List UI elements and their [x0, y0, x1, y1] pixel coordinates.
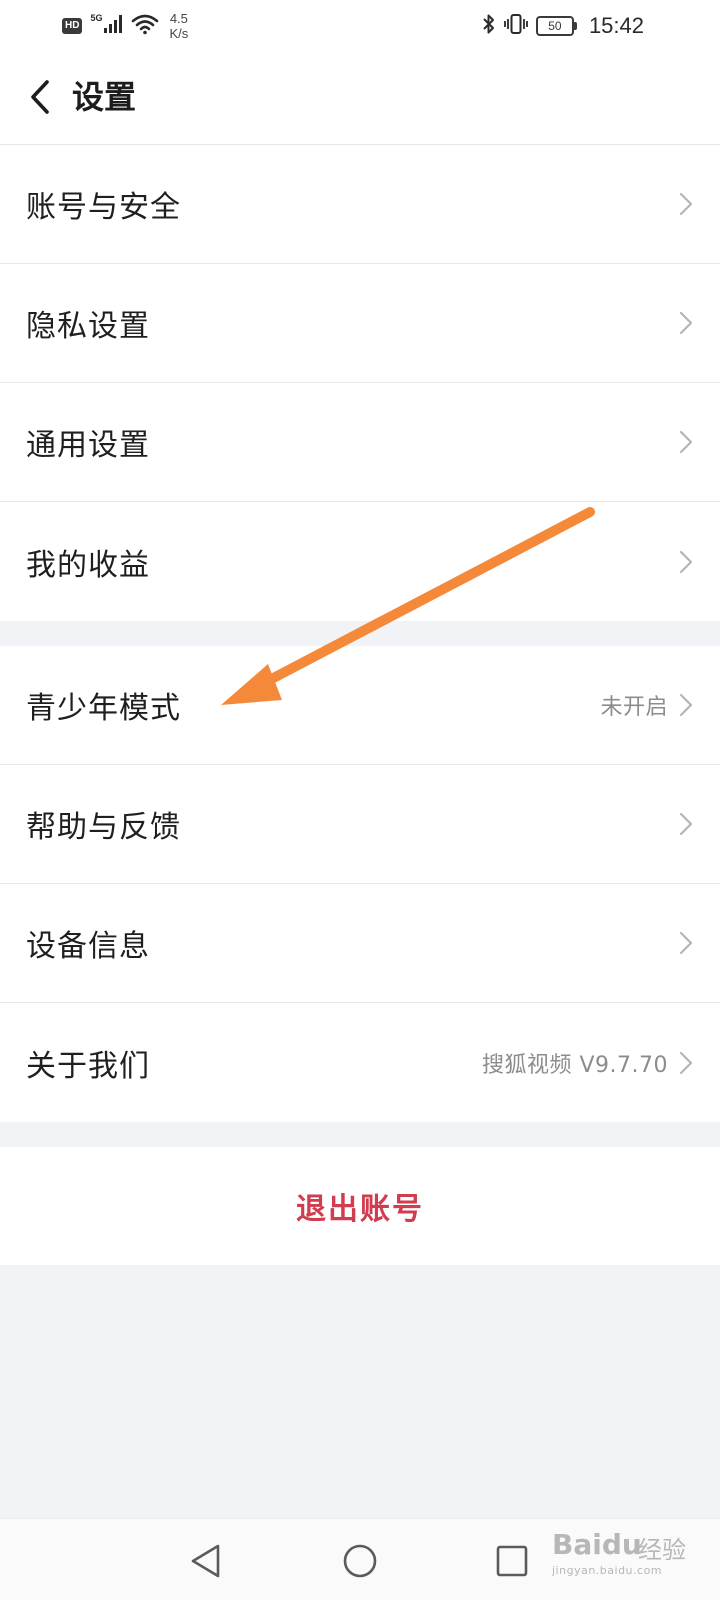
logout-button[interactable]: 退出账号: [0, 1147, 720, 1265]
settings-item-label: 账号与安全: [26, 190, 181, 225]
watermark-brand: Baidu: [552, 1528, 642, 1561]
battery-level: 50: [535, 16, 574, 36]
network-generation: 5G: [90, 13, 103, 23]
clock: 15:42: [588, 13, 644, 38]
settings-item-privacy[interactable]: 隐私设置: [0, 264, 720, 383]
logout-group: 退出账号: [0, 1147, 720, 1265]
chevron-right-icon: [676, 309, 696, 337]
chevron-right-icon: [676, 190, 696, 218]
chevron-right-icon: [676, 548, 696, 576]
triangle-back-icon: [191, 1544, 220, 1578]
watermark-brand-cn: 经验: [638, 1536, 686, 1564]
settings-group-account: 账号与安全 隐私设置 通用设置 我的收益: [0, 145, 720, 621]
watermark-domain: jingyan.baidu.com: [552, 1564, 663, 1577]
signal-icon: [103, 14, 125, 39]
app-version: 搜狐视频 V9.7.70: [481, 1052, 668, 1078]
battery-tip: [573, 22, 577, 30]
status-bar: HD 5G 4.5 K/s 50 15:42: [0, 0, 720, 52]
settings-item-general[interactable]: 通用设置: [0, 383, 720, 502]
status-left: HD 5G 4.5 K/s: [62, 6, 188, 46]
youth-mode-status: 未开启: [600, 695, 668, 720]
settings-item-help-feedback[interactable]: 帮助与反馈: [0, 765, 720, 884]
speed-value: 4.5: [169, 11, 188, 26]
settings-item-label: 隐私设置: [26, 309, 150, 344]
nav-header: 设置: [0, 52, 720, 145]
settings-item-label: 设备信息: [26, 929, 150, 964]
settings-item-youth-mode[interactable]: 青少年模式 未开启: [0, 646, 720, 765]
battery-icon: 50: [535, 16, 577, 36]
chevron-right-icon: [676, 810, 696, 838]
chevron-right-icon: [676, 1049, 696, 1077]
settings-item-label: 帮助与反馈: [26, 810, 181, 845]
back-button[interactable]: [22, 74, 58, 120]
settings-item-label: 关于我们: [26, 1048, 150, 1084]
settings-item-label: 青少年模式: [26, 691, 181, 726]
baidu-jingyan-watermark: Baidu 经验 jingyan.baidu.com: [540, 1520, 690, 1582]
wifi-icon: [131, 13, 159, 40]
nav-recents-button[interactable]: [490, 1539, 534, 1583]
bluetooth-icon: [482, 12, 496, 41]
settings-item-label: 通用设置: [26, 428, 150, 463]
settings-item-about[interactable]: 关于我们 搜狐视频 V9.7.70: [0, 1003, 720, 1122]
logout-label: 退出账号: [296, 1192, 424, 1227]
square-recents-icon: [496, 1545, 528, 1577]
settings-item-device-info[interactable]: 设备信息: [0, 884, 720, 1003]
chevron-right-icon: [676, 691, 696, 719]
settings-item-earnings[interactable]: 我的收益: [0, 502, 720, 621]
settings-item-account-security[interactable]: 账号与安全: [0, 145, 720, 264]
hd-badge: HD: [62, 18, 83, 34]
speed-unit: K/s: [169, 26, 189, 41]
settings-group-misc: 青少年模式 未开启 帮助与反馈 设备信息 关于我们 搜狐视频 V9.7.70: [0, 646, 720, 1122]
vibrate-icon: [504, 12, 528, 41]
status-right: 50 15:42: [482, 8, 644, 44]
nav-back-button[interactable]: [184, 1539, 228, 1583]
nav-home-button[interactable]: [338, 1539, 382, 1583]
page-title: 设置: [72, 78, 137, 116]
circle-home-icon: [343, 1544, 377, 1578]
network-speed: 4.5 K/s: [169, 11, 188, 41]
chevron-right-icon: [676, 428, 696, 456]
chevron-right-icon: [676, 929, 696, 957]
settings-item-label: 我的收益: [26, 547, 150, 583]
chevron-left-icon: [31, 80, 49, 114]
